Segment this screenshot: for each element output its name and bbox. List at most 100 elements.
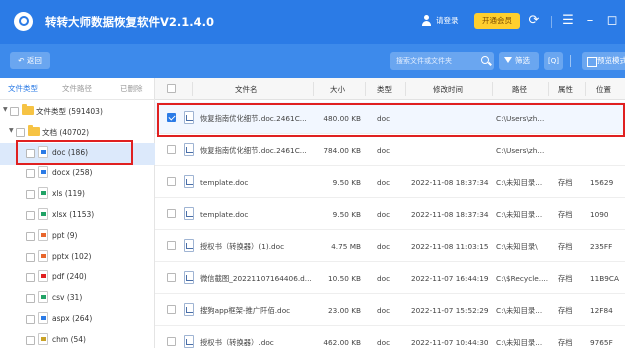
table-row[interactable]: 恢复指南优化细节.doc.2461C... 784.00 KB doc C:\User… bbox=[155, 134, 625, 166]
tree-checkbox[interactable] bbox=[16, 127, 25, 137]
col-location[interactable]: 位置 bbox=[596, 84, 611, 95]
tree-item[interactable]: doc (186) bbox=[0, 145, 155, 163]
tab-file-path[interactable]: 文件路径 bbox=[62, 83, 92, 94]
scan-icon[interactable]: [Q] bbox=[544, 52, 563, 70]
tree-item-label: 文档 (40702) bbox=[42, 127, 90, 137]
column-divider bbox=[548, 82, 549, 96]
menu-icon[interactable]: ☰ bbox=[561, 12, 575, 30]
row-checkbox[interactable] bbox=[167, 273, 176, 282]
tab-deleted[interactable]: 已删除 bbox=[120, 83, 143, 94]
cell-location: 235FF bbox=[590, 242, 613, 251]
table-row[interactable]: template.doc 9.50 KB doc 2022-11-08 18:37:3… bbox=[155, 166, 625, 198]
cell-modified: 2022-11-07 16:44:19 bbox=[411, 274, 489, 283]
filter-button[interactable]: 筛选 bbox=[499, 52, 539, 70]
table-row[interactable]: 微信截图_20221107164406.d... 10.50 KB doc 2022-… bbox=[155, 262, 625, 294]
row-checkbox[interactable] bbox=[167, 305, 176, 314]
col-attr[interactable]: 属性 bbox=[558, 84, 573, 95]
col-name[interactable]: 文件名 bbox=[235, 84, 258, 95]
col-modified[interactable]: 修改时间 bbox=[433, 84, 463, 95]
tree-checkbox[interactable] bbox=[26, 231, 35, 241]
web-file-icon bbox=[38, 312, 48, 324]
col-type[interactable]: 类型 bbox=[377, 84, 392, 95]
chevron-down-icon[interactable]: ▼ bbox=[3, 106, 8, 113]
tree-checkbox[interactable] bbox=[26, 190, 35, 200]
cell-path: C:\未知目录... bbox=[496, 338, 543, 347]
tree-checkbox[interactable] bbox=[26, 294, 35, 304]
col-path[interactable]: 路径 bbox=[512, 84, 527, 95]
cell-location: 15629 bbox=[590, 178, 614, 187]
tree-item[interactable]: chm (54) bbox=[0, 332, 155, 348]
tree-checkbox[interactable] bbox=[26, 252, 35, 262]
tree-checkbox[interactable] bbox=[26, 148, 35, 158]
cell-type: doc bbox=[377, 114, 391, 123]
tree-item[interactable]: ▼ 文件类型 (591403) bbox=[0, 103, 155, 121]
tree-item[interactable]: xls (119) bbox=[0, 186, 155, 204]
doc-file-icon bbox=[184, 335, 194, 348]
tab-file-type[interactable]: 文件类型 bbox=[8, 83, 38, 94]
ppt-file-icon bbox=[38, 228, 48, 241]
table-row[interactable]: 授权书（转换器）(1).doc 4.75 MB doc 2022-11-08 11:0… bbox=[155, 230, 625, 262]
tree-item[interactable]: ▼ 文档 (40702) bbox=[0, 124, 155, 142]
col-size[interactable]: 大小 bbox=[330, 84, 345, 95]
tree-item[interactable]: csv (31) bbox=[0, 290, 155, 308]
app-title: 转转大师数据恢复软件V2.1.4.0 bbox=[45, 15, 215, 29]
table-row[interactable]: 恢复指南优化细节.doc.2461C... 480.00 KB doc C:\User… bbox=[155, 102, 625, 134]
doc-file-icon bbox=[184, 207, 194, 220]
minimize-icon[interactable]: – bbox=[583, 12, 597, 30]
cell-attr: 存档 bbox=[558, 338, 573, 347]
tree-item-label: xlsx (1153) bbox=[52, 210, 95, 219]
doc-file-icon bbox=[184, 111, 194, 124]
row-checkbox[interactable] bbox=[167, 145, 176, 154]
search-input[interactable] bbox=[396, 52, 476, 70]
cell-location: 11B9CA bbox=[590, 274, 620, 283]
preview-mode-button[interactable]: 预览模式 bbox=[582, 52, 625, 70]
cell-path: C:\未知目录... bbox=[496, 306, 543, 315]
tree-item-label: csv (31) bbox=[52, 293, 83, 303]
tree-checkbox[interactable] bbox=[26, 169, 35, 179]
xls-file-icon bbox=[38, 291, 48, 304]
select-all-checkbox[interactable] bbox=[167, 84, 176, 93]
tree-item[interactable]: docx (258) bbox=[0, 165, 155, 183]
chevron-down-icon[interactable]: ▼ bbox=[9, 127, 14, 134]
tree-checkbox[interactable] bbox=[26, 335, 35, 345]
folder-icon bbox=[22, 104, 34, 115]
maximize-icon[interactable]: ◻ bbox=[605, 12, 619, 30]
cell-name: template.doc bbox=[200, 178, 249, 187]
cell-path: C:\未知目录... bbox=[496, 178, 543, 187]
login-link[interactable]: 请登录 bbox=[421, 15, 459, 26]
toolbar: ↶ 返回 筛选 [Q] 预览模式 bbox=[0, 44, 625, 78]
tree-checkbox[interactable] bbox=[26, 211, 35, 220]
cell-location: 12F84 bbox=[590, 306, 613, 315]
row-checkbox[interactable] bbox=[167, 113, 176, 122]
tree-item[interactable]: xlsx (1153) bbox=[0, 207, 155, 225]
cell-size: 4.75 MB bbox=[331, 242, 361, 251]
tree-checkbox[interactable] bbox=[26, 315, 35, 324]
search-box[interactable] bbox=[390, 52, 494, 70]
xls-file-icon bbox=[38, 187, 48, 200]
table-row[interactable]: 授权书（转换器）.doc 462.00 KB doc 2022-11-07 10:44… bbox=[155, 326, 625, 348]
column-divider bbox=[365, 82, 366, 96]
chm-file-icon bbox=[38, 332, 48, 345]
tree-item[interactable]: aspx (264) bbox=[0, 311, 155, 329]
search-icon[interactable] bbox=[481, 56, 489, 64]
tree-item[interactable]: pptx (102) bbox=[0, 249, 155, 267]
row-checkbox[interactable] bbox=[167, 241, 176, 250]
table-row[interactable]: template.doc 9.50 KB doc 2022-11-08 18:37:3… bbox=[155, 198, 625, 230]
tree-checkbox[interactable] bbox=[10, 107, 19, 116]
table-row[interactable]: 搜狗app框架-推广阡佰.doc 23.00 KB doc 2022-11-07 15… bbox=[155, 294, 625, 326]
back-button[interactable]: ↶ 返回 bbox=[10, 52, 50, 69]
row-checkbox[interactable] bbox=[167, 337, 176, 346]
ppt-file-icon bbox=[38, 249, 48, 262]
tree-item[interactable]: ppt (9) bbox=[0, 228, 155, 246]
row-checkbox[interactable] bbox=[167, 177, 176, 186]
cell-attr: 存档 bbox=[558, 178, 573, 187]
vip-button[interactable]: 开通会员 bbox=[474, 13, 520, 29]
row-checkbox[interactable] bbox=[167, 209, 176, 218]
tree-item[interactable]: pdf (240) bbox=[0, 269, 155, 287]
refresh-icon[interactable]: ⟳ bbox=[527, 12, 541, 30]
cell-type: doc bbox=[377, 210, 391, 219]
tree-checkbox[interactable] bbox=[26, 273, 35, 283]
doc-file-icon bbox=[184, 175, 194, 188]
cell-size: 462.00 KB bbox=[323, 338, 361, 347]
tree-item-label: doc (186) bbox=[52, 147, 89, 157]
